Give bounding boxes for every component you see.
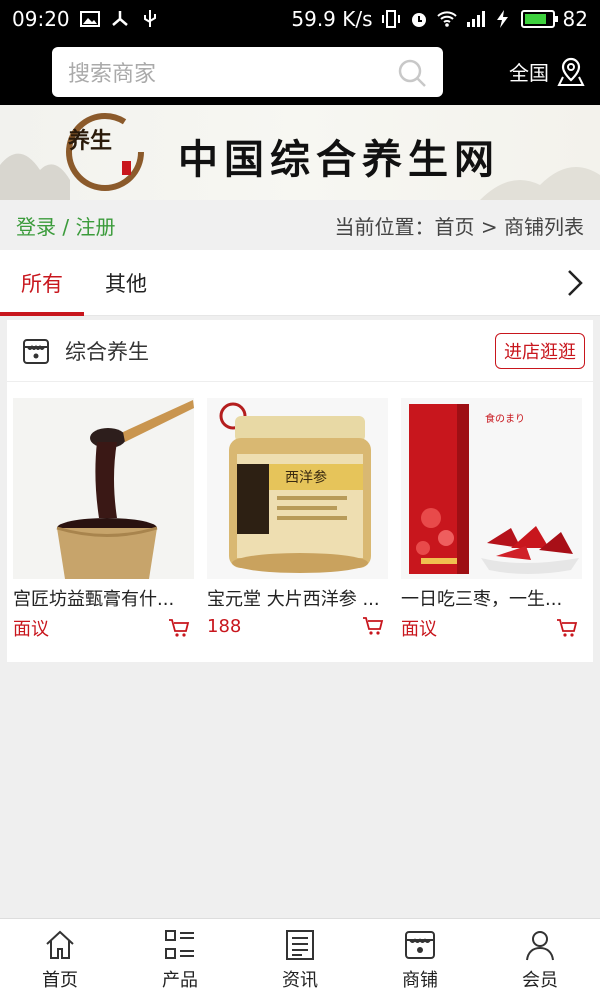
nav-stores[interactable]: 商铺 — [360, 919, 480, 1000]
status-bar: 09:20 59.9 K/s 82 — [0, 0, 600, 38]
wifi-icon — [436, 11, 457, 27]
login-register-link[interactable]: 登录 / 注册 — [16, 211, 115, 240]
share-icon — [111, 11, 128, 26]
nav-label: 产品 — [162, 969, 198, 991]
nav-products[interactable]: 产品 — [120, 919, 240, 1000]
net-speed: 59.9 K/s — [291, 7, 373, 31]
product-price: 188 — [207, 615, 242, 637]
breadcrumb: 登录 / 注册 当前位置：首页 > 商铺列表 — [0, 200, 600, 250]
svg-text:西洋参: 西洋参 — [285, 469, 327, 486]
site-banner: 养生 中国综合养生网 — [0, 105, 600, 200]
svg-text:食のまり: 食のまり — [485, 412, 525, 425]
nav-member[interactable]: 会员 — [480, 919, 600, 1000]
product-image-dates[interactable]: 食のまり — [401, 398, 582, 579]
alarm-icon — [411, 13, 426, 27]
store-icon — [405, 930, 435, 959]
cart-icon[interactable] — [362, 615, 384, 637]
chevron-right-icon[interactable] — [564, 268, 586, 298]
nav-news[interactable]: 资讯 — [240, 919, 360, 1000]
product-image-ginseng[interactable]: 西洋参 — [207, 398, 388, 579]
cart-icon[interactable] — [168, 617, 190, 639]
store-icon — [23, 338, 49, 364]
product-name[interactable]: 一日吃三枣，一生... — [401, 585, 582, 611]
clock: 09:20 — [12, 7, 70, 31]
signal-icon — [466, 11, 485, 27]
usb-icon — [143, 10, 156, 27]
ginseng-jar-illustration: 西洋参 — [207, 398, 388, 579]
search-icon[interactable] — [397, 58, 427, 88]
nav-label: 资讯 — [282, 969, 318, 991]
user-icon — [526, 930, 554, 960]
product-card[interactable]: 宫匠坊益甄膏有什... 面议 — [13, 398, 194, 641]
nav-label: 首页 — [42, 969, 78, 991]
image-icon — [79, 11, 100, 27]
battery-icon — [520, 10, 558, 28]
logo-text: 养生 — [68, 128, 113, 154]
tab-other[interactable]: 其他 — [84, 250, 168, 316]
news-icon — [286, 929, 314, 960]
charging-icon — [496, 10, 508, 28]
battery-percent: 82 — [562, 7, 588, 31]
category-tabs: 所有 其他 — [0, 250, 600, 316]
product-card[interactable]: 西洋参 宝元堂 大片西洋参 ... 188 — [207, 398, 388, 641]
current-location: 当前位置：首页 > 商铺列表 — [334, 214, 584, 239]
location-pin-icon — [557, 57, 585, 86]
product-list: 宫匠坊益甄膏有什... 面议 西洋参 宝元堂 大片西洋参 ... 188 食のま… — [7, 382, 593, 641]
banner-title: 中国综合养生网 — [178, 136, 500, 183]
home-icon — [46, 930, 74, 959]
region-selector[interactable]: 全国 — [509, 57, 585, 87]
header: 搜索商家 全国 — [0, 38, 600, 105]
vibrate-icon — [381, 10, 400, 28]
nav-label: 商铺 — [402, 969, 438, 991]
tab-all[interactable]: 所有 — [0, 250, 84, 316]
shop-card: 综合养生 进店逛逛 宫匠坊益甄膏有什... 面议 西洋参 宝元堂 大片西洋参 .… — [7, 320, 593, 662]
product-card[interactable]: 食のまり 一日吃三枣，一生... 面议 — [401, 398, 582, 641]
mountain-decoration — [0, 153, 70, 200]
shop-name[interactable]: 综合养生 — [65, 336, 149, 366]
nav-label: 会员 — [522, 969, 558, 991]
product-name[interactable]: 宝元堂 大片西洋参 ... — [207, 585, 388, 611]
product-price: 面议 — [13, 619, 49, 640]
nav-home[interactable]: 首页 — [0, 919, 120, 1000]
syrup-illustration — [13, 398, 194, 579]
bottom-navigation: 首页 产品 资讯 商铺 会员 — [0, 918, 600, 1000]
shop-header: 综合养生 进店逛逛 — [7, 320, 593, 382]
grid-list-icon — [165, 929, 194, 959]
product-image-syrup[interactable] — [13, 398, 194, 579]
visit-store-button[interactable]: 进店逛逛 — [495, 332, 585, 369]
dates-box-illustration: 食のまり — [401, 398, 582, 579]
region-label: 全国 — [509, 61, 549, 85]
product-name[interactable]: 宫匠坊益甄膏有什... — [13, 585, 194, 611]
search-input[interactable]: 搜索商家 — [52, 46, 443, 97]
product-price: 面议 — [401, 619, 437, 640]
cart-icon[interactable] — [556, 617, 578, 639]
site-logo: 养生 — [62, 109, 148, 195]
search-placeholder: 搜索商家 — [68, 61, 157, 87]
